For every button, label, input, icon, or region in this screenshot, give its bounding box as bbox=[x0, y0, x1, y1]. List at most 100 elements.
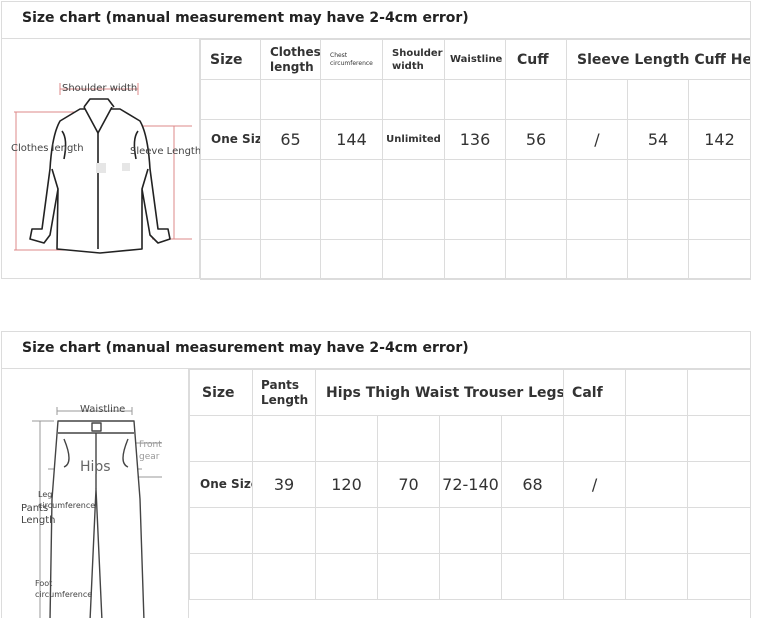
empty-cell bbox=[687, 553, 752, 600]
col-header-empty-2 bbox=[687, 369, 752, 416]
empty-cell bbox=[260, 79, 321, 120]
empty-cell bbox=[252, 553, 316, 600]
col-header-chest: Chest circumference bbox=[320, 39, 383, 80]
value-hips: 120 bbox=[315, 461, 378, 508]
sleeve-length-header-text: Sleeve Length bbox=[577, 51, 690, 68]
pants-length-label: Pants Length bbox=[21, 503, 59, 527]
front-gear-text: Front gear bbox=[139, 440, 162, 462]
empty-cell bbox=[439, 553, 502, 600]
empty-cell bbox=[566, 159, 628, 200]
empty-cell bbox=[377, 415, 440, 462]
empty-cell bbox=[439, 507, 502, 554]
shirt-diagram-icon bbox=[14, 83, 192, 254]
value-shoulder-width: Unlimited bbox=[382, 119, 445, 160]
empty-cell bbox=[444, 79, 506, 120]
pants-illustration: Waistline Front gear Hips Leg circumfere… bbox=[2, 369, 189, 618]
empty-cell bbox=[315, 553, 378, 600]
value-waistline: 136 bbox=[444, 119, 506, 160]
value-calf: / bbox=[563, 461, 627, 508]
value-waist: 72-140 bbox=[439, 461, 502, 508]
empty-cell bbox=[189, 415, 253, 462]
foot-circumference-label: Foot circumference bbox=[35, 578, 93, 600]
col-header-hips-thigh-waist-legs: Hips Thigh Waist Trouser Legs bbox=[314, 369, 565, 416]
value-clothes-length: 65 bbox=[260, 119, 321, 160]
value-slash: / bbox=[566, 119, 628, 160]
value-cuff: 56 bbox=[505, 119, 567, 160]
foot-circumference-text: Foot circumference bbox=[35, 579, 93, 599]
empty-cell bbox=[260, 159, 321, 200]
empty-cell bbox=[687, 239, 752, 280]
size-chart-title: Size chart (manual measurement may have … bbox=[2, 332, 750, 369]
empty-cell bbox=[382, 79, 445, 120]
front-gear-label: Front gear bbox=[139, 439, 175, 463]
size-chart-top: Size chart (manual measurement may have … bbox=[1, 1, 752, 280]
empty-cell bbox=[566, 199, 628, 240]
empty-cell bbox=[563, 415, 627, 462]
row-label-one-size: One Size bbox=[189, 461, 253, 508]
col-header-clothes-length: Clothes length bbox=[260, 39, 321, 80]
empty-cell bbox=[627, 199, 689, 240]
empty-cell bbox=[625, 553, 689, 600]
value-empty-1 bbox=[625, 461, 689, 508]
col-header-cuff: Cuff bbox=[505, 39, 567, 80]
empty-cell bbox=[505, 239, 567, 280]
empty-cell bbox=[500, 415, 565, 462]
empty-cell bbox=[315, 507, 378, 554]
empty-cell bbox=[500, 553, 565, 600]
value-sleeve-length: 54 bbox=[627, 119, 689, 160]
empty-cell bbox=[687, 507, 752, 554]
empty-cell bbox=[563, 507, 627, 554]
hips-header-text: Hips bbox=[326, 384, 361, 401]
sleeve-length-label: Sleeve Length bbox=[130, 146, 202, 157]
empty-cell bbox=[320, 239, 383, 280]
cuff-hem-header-text: Cuff Hem bbox=[694, 51, 749, 68]
empty-cell bbox=[320, 79, 383, 120]
col-header-size: Size bbox=[189, 369, 253, 416]
empty-cell bbox=[687, 79, 752, 120]
empty-cell bbox=[260, 199, 321, 240]
value-thigh: 70 bbox=[377, 461, 440, 508]
empty-cell bbox=[627, 159, 689, 200]
empty-cell bbox=[252, 415, 316, 462]
empty-cell bbox=[320, 199, 383, 240]
empty-cell bbox=[189, 553, 253, 600]
empty-cell bbox=[260, 239, 321, 280]
empty-cell bbox=[252, 507, 316, 554]
empty-cell bbox=[382, 159, 445, 200]
value-cuff-hem: 142 bbox=[687, 119, 752, 160]
chest-header-text: Chest circumference bbox=[330, 51, 373, 67]
col-header-calf: Calf bbox=[563, 369, 627, 416]
clothes-length-header-text: Clothes length bbox=[270, 44, 321, 74]
col-header-sleeve-cuffhem: Sleeve Length Cuff Hem bbox=[565, 39, 752, 80]
empty-cell bbox=[627, 79, 689, 120]
empty-cell bbox=[444, 199, 506, 240]
empty-cell bbox=[625, 415, 689, 462]
pants-length-header-text: Pants Length bbox=[261, 377, 309, 407]
empty-cell bbox=[200, 239, 261, 280]
pants-length-text: Pants Length bbox=[21, 503, 56, 526]
value-chest: 144 bbox=[320, 119, 383, 160]
value-pants-length: 39 bbox=[252, 461, 316, 508]
empty-cell bbox=[382, 239, 445, 280]
hips-label: Hips bbox=[80, 459, 111, 475]
clothes-length-label: Clothes length bbox=[11, 143, 84, 154]
empty-cell bbox=[687, 199, 752, 240]
trouser-legs-header-text: Trouser Legs bbox=[464, 384, 564, 401]
empty-cell bbox=[200, 199, 261, 240]
empty-cell bbox=[627, 239, 689, 280]
col-header-waistline: Waistline bbox=[444, 39, 506, 80]
empty-cell bbox=[505, 159, 567, 200]
empty-cell bbox=[563, 553, 627, 600]
empty-cell bbox=[439, 415, 502, 462]
empty-cell bbox=[500, 507, 565, 554]
shirt-illustration: Shoulder width Clothes length Sleeve Len… bbox=[2, 39, 202, 279]
shirt-size-table: Size Clothes length Chest circumference … bbox=[200, 39, 752, 280]
empty-cell bbox=[200, 159, 261, 200]
empty-cell bbox=[625, 507, 689, 554]
empty-cell bbox=[377, 553, 440, 600]
empty-cell bbox=[687, 159, 752, 200]
empty-cell bbox=[200, 79, 261, 120]
col-header-shoulder-width: Shoulder width bbox=[382, 39, 445, 80]
empty-cell bbox=[189, 507, 253, 554]
thigh-header-text: Thigh bbox=[365, 384, 411, 401]
